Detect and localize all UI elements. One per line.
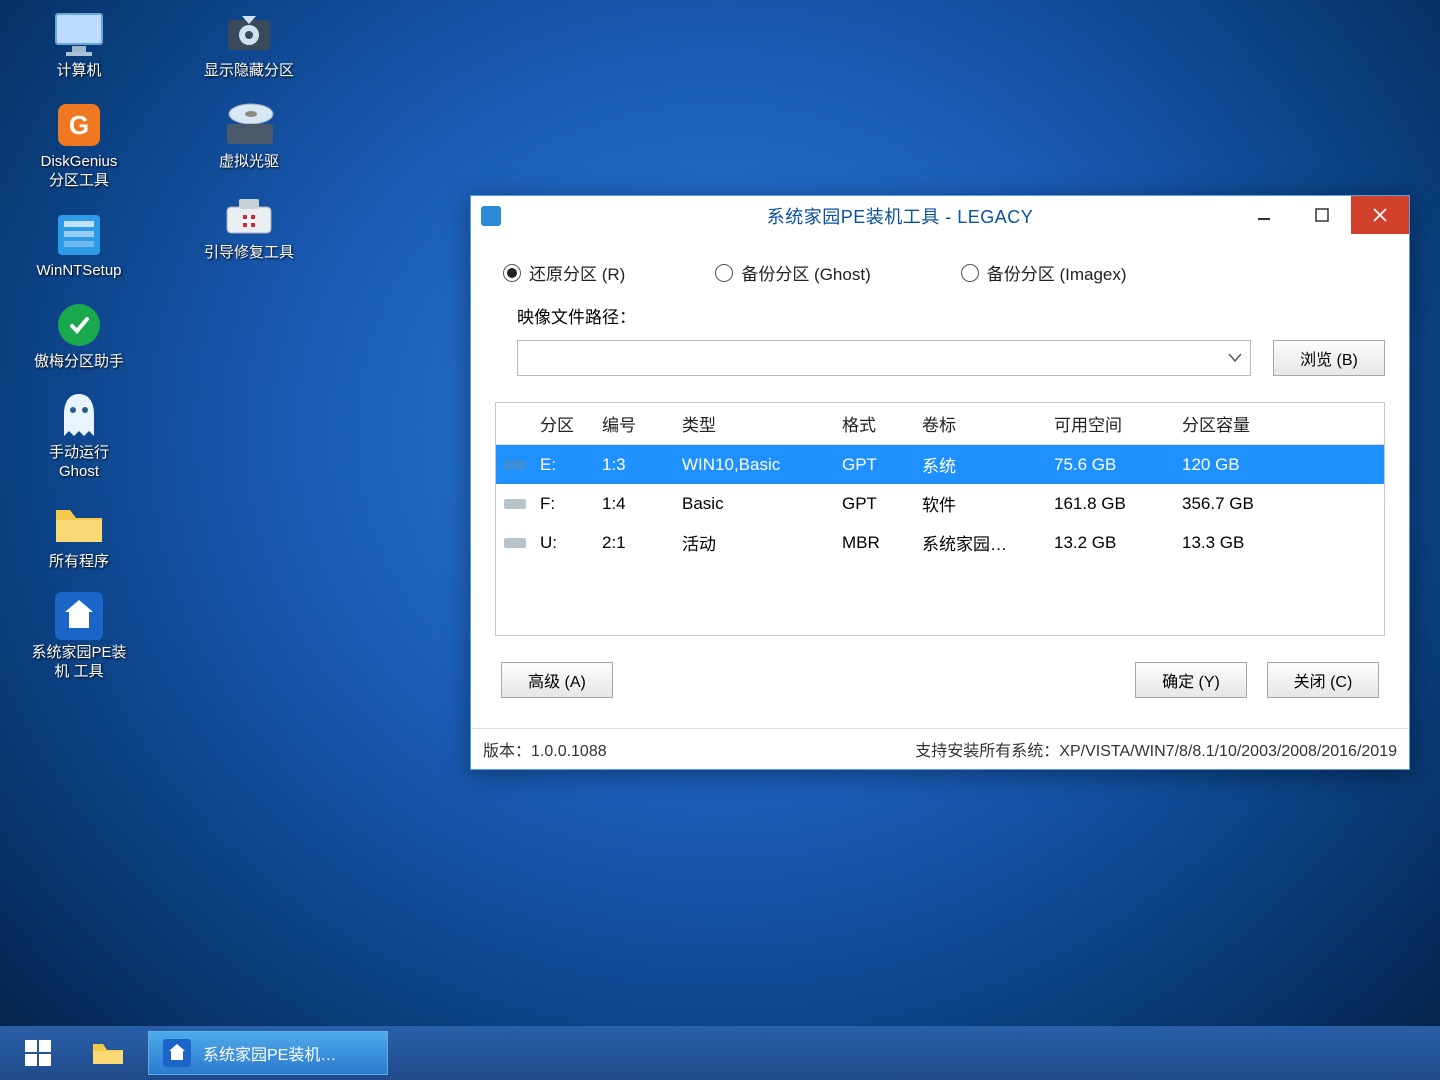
th-label: 卷标: [916, 403, 1048, 444]
taskbar: 系统家园PE装机…: [0, 1026, 1440, 1080]
desktop-icon-label: 所有程序: [49, 553, 109, 572]
mode-row: 还原分区 (R) 备份分区 (Ghost) 备份分区 (Imagex): [495, 254, 1385, 303]
th-type: 类型: [676, 403, 836, 444]
th-number: 编号: [596, 403, 676, 444]
folder-icon: [49, 499, 109, 551]
ok-button[interactable]: 确定 (Y): [1135, 662, 1247, 698]
pe-tool-icon: [161, 1037, 193, 1069]
status-bar: 版本：1.0.0.1088 支持安装所有系统：XP/VISTA/WIN7/8/8…: [471, 728, 1409, 769]
partition-table: 分区 编号 类型 格式 卷标 可用空间 分区容量 E: 1:3 WIN10,Ba…: [495, 402, 1385, 636]
table-row[interactable]: E: 1:3 WIN10,Basic GPT 系统 75.6 GB 120 GB: [496, 445, 1384, 484]
desktop-icon-aomei[interactable]: 傲梅分区助手: [14, 299, 144, 372]
desktop-icon-label: DiskGenius 分区工具: [41, 153, 118, 191]
pe-tool-icon: [49, 590, 109, 642]
desktop-icon-all-programs[interactable]: 所有程序: [14, 499, 144, 572]
minimize-button[interactable]: [1235, 196, 1293, 234]
desktop-icon-label: 计算机: [56, 62, 101, 81]
radio-dot-icon: [961, 264, 979, 282]
table-row[interactable]: U: 2:1 活动 MBR 系统家园… 13.2 GB 13.3 GB: [496, 523, 1384, 562]
chevron-down-icon: [1228, 353, 1242, 363]
radio-backup-imagex[interactable]: 备份分区 (Imagex): [961, 260, 1127, 285]
version-text: 版本：1.0.0.1088: [483, 737, 607, 761]
image-path-combo[interactable]: [517, 340, 1251, 376]
support-text: 支持安装所有系统：XP/VISTA/WIN7/8/8.1/10/2003/200…: [915, 737, 1397, 761]
start-button[interactable]: [8, 1031, 68, 1075]
desktop-icon-virtual-cd[interactable]: 虚拟光驱: [184, 99, 314, 172]
drive-icon: [496, 450, 534, 480]
table-body: E: 1:3 WIN10,Basic GPT 系统 75.6 GB 120 GB…: [496, 445, 1384, 635]
close-button-bottom[interactable]: 关闭 (C): [1267, 662, 1379, 698]
taskbar-item-pe-tool[interactable]: 系统家园PE装机…: [148, 1031, 388, 1075]
window-app-icon: [471, 206, 511, 226]
winntsetup-icon: [49, 208, 109, 260]
drive-icon: [496, 528, 534, 558]
desktop-icon-winntsetup[interactable]: WinNTSetup: [14, 208, 144, 281]
svg-text:G: G: [69, 110, 89, 140]
table-row[interactable]: F: 1:4 Basic GPT 软件 161.8 GB 356.7 GB: [496, 484, 1384, 523]
desktop-icon-pe-tool[interactable]: 系统家园PE装 机 工具: [14, 590, 144, 682]
radio-dot-icon: [715, 264, 733, 282]
show-hidden-icon: [219, 8, 279, 60]
titlebar[interactable]: 系统家园PE装机工具 - LEGACY: [471, 196, 1409, 236]
desktop-icon-diskgenius[interactable]: G DiskGenius 分区工具: [14, 99, 144, 191]
desktop-icon-label: 显示隐藏分区: [204, 62, 294, 81]
th-capacity: 分区容量: [1176, 403, 1384, 444]
taskbar-pin-explorer[interactable]: [78, 1031, 138, 1075]
maximize-button[interactable]: [1293, 196, 1351, 234]
desktop-icon-ghost[interactable]: 手动运行 Ghost: [14, 390, 144, 482]
desktop-icon-label: WinNTSetup: [36, 262, 121, 281]
diskgenius-icon: G: [49, 99, 109, 151]
advanced-button[interactable]: 高级 (A): [501, 662, 613, 698]
desktop-icon-label: 傲梅分区助手: [34, 353, 124, 372]
desktop: 计算机 G DiskGenius 分区工具 WinNTSetup 傲梅分区助手 …: [0, 0, 328, 960]
radio-dot-icon: [503, 264, 521, 282]
radio-restore[interactable]: 还原分区 (R): [503, 260, 625, 285]
th-free: 可用空间: [1048, 403, 1176, 444]
aomei-icon: [49, 299, 109, 351]
taskbar-item-label: 系统家园PE装机…: [203, 1041, 336, 1065]
browse-button[interactable]: 浏览 (B): [1273, 340, 1385, 376]
cd-drive-icon: [219, 99, 279, 151]
close-button[interactable]: [1351, 196, 1409, 234]
desktop-icon-label: 系统家园PE装 机 工具: [31, 644, 126, 682]
ghost-icon: [49, 390, 109, 442]
monitor-icon: [49, 8, 109, 60]
radio-backup-ghost[interactable]: 备份分区 (Ghost): [715, 260, 870, 285]
th-format: 格式: [836, 403, 916, 444]
desktop-icon-label: 虚拟光驱: [219, 153, 279, 172]
table-header: 分区 编号 类型 格式 卷标 可用空间 分区容量: [496, 403, 1384, 445]
desktop-icon-label: 引导修复工具: [204, 244, 294, 263]
th-partition: 分区: [534, 403, 596, 444]
desktop-icon-boot-repair[interactable]: 引导修复工具: [184, 190, 314, 263]
desktop-icon-label: 手动运行 Ghost: [49, 444, 109, 482]
drive-icon: [496, 489, 534, 519]
desktop-icon-show-hidden[interactable]: 显示隐藏分区: [184, 8, 314, 81]
toolbox-icon: [219, 190, 279, 242]
desktop-icon-computer[interactable]: 计算机: [14, 8, 144, 81]
image-path-label: 映像文件路径：: [517, 303, 1385, 328]
pe-tool-window: 系统家园PE装机工具 - LEGACY 还原分区 (R) 备份分区 (Ghost…: [470, 195, 1410, 770]
